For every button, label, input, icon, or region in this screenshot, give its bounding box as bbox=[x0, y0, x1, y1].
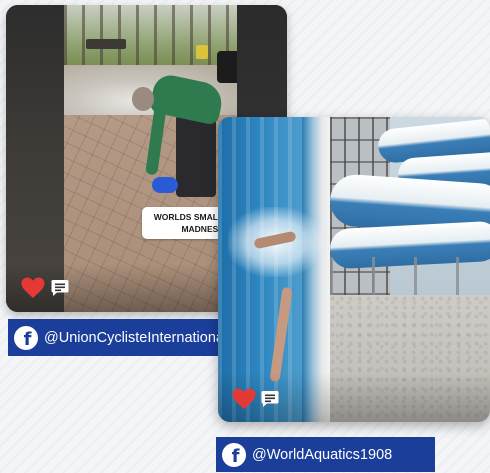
facebook-icon: f bbox=[222, 442, 246, 467]
small-bike bbox=[152, 177, 178, 193]
video-card-aquatics[interactable] bbox=[218, 117, 490, 422]
handle-label: @UnionCyclisteInternationale bbox=[44, 329, 236, 346]
heart-icon[interactable] bbox=[232, 388, 256, 410]
facebook-icon: f bbox=[14, 325, 38, 350]
comment-icon[interactable] bbox=[261, 390, 279, 408]
social-handle-tag-aquatics[interactable]: f @WorldAquatics1908 bbox=[216, 437, 435, 472]
heart-icon[interactable] bbox=[21, 277, 45, 299]
handle-label: @WorldAquatics1908 bbox=[252, 446, 393, 463]
comment-icon[interactable] bbox=[51, 279, 69, 297]
